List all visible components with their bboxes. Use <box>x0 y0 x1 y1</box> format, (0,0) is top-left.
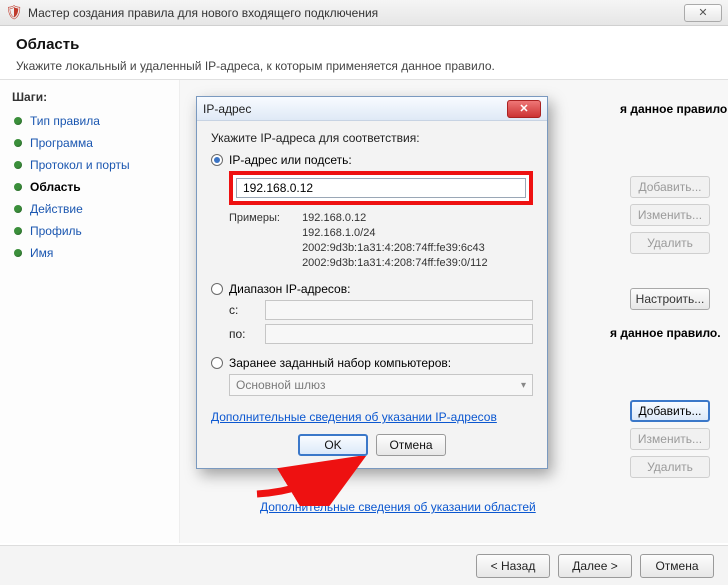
radio-predefined-set[interactable]: Заранее заданный набор компьютеров: <box>211 356 533 370</box>
step-profile[interactable]: Профиль <box>12 220 171 242</box>
scope-help-link[interactable]: Дополнительные сведения об указании обла… <box>260 500 536 514</box>
step-action[interactable]: Действие <box>12 198 171 220</box>
firewall-icon: 🛡 <box>6 5 22 21</box>
ip-help-link[interactable]: Дополнительные сведения об указании IP-а… <box>211 410 497 424</box>
ip-address-input[interactable] <box>236 178 526 198</box>
radio-ip-label: IP-адрес или подсеть: <box>229 153 352 167</box>
step-bullet-icon <box>14 161 22 169</box>
step-name[interactable]: Имя <box>12 242 171 264</box>
step-label: Тип правила <box>30 114 100 128</box>
step-label: Область <box>30 180 81 194</box>
page-subtitle: Укажите локальный и удаленный IP-адреса,… <box>16 59 712 73</box>
step-bullet-icon <box>14 183 22 191</box>
radio-icon <box>211 283 223 295</box>
window-title: Мастер создания правила для нового входя… <box>28 6 684 20</box>
steps-title: Шаги: <box>12 90 171 104</box>
rule-applies-text-top: я данное правило. <box>620 102 728 116</box>
examples-label: Примеры: <box>229 211 299 226</box>
radio-predef-label: Заранее заданный набор компьютеров: <box>229 356 451 370</box>
predefined-set-select: Основной шлюз ▾ <box>229 374 533 396</box>
close-icon: ✕ <box>698 6 707 19</box>
radio-icon <box>211 357 223 369</box>
ip-examples: Примеры: 192.168.0.12 192.168.1.0/24 200… <box>229 211 533 270</box>
example-value: 192.168.1.0/24 <box>302 227 375 239</box>
range-to-label: по: <box>229 327 259 341</box>
wizard-footer: < Назад Далее > Отмена <box>0 545 728 585</box>
step-bullet-icon <box>14 139 22 147</box>
window-titlebar: 🛡 Мастер создания правила для нового вхо… <box>0 0 728 26</box>
dialog-close-button[interactable]: ✕ <box>507 100 541 118</box>
range-to-input <box>265 324 533 344</box>
step-label: Действие <box>30 202 83 216</box>
step-program[interactable]: Программа <box>12 132 171 154</box>
dialog-titlebar: IP-адрес ✕ <box>197 97 547 121</box>
dialog-buttons: OK Отмена <box>211 434 533 456</box>
chevron-down-icon: ▾ <box>521 380 526 391</box>
dialog-instruction: Укажите IP-адреса для соответствия: <box>211 131 533 145</box>
dialog-title: IP-адрес <box>203 102 251 116</box>
step-bullet-icon <box>14 117 22 125</box>
predefined-value: Основной шлюз <box>236 378 325 392</box>
back-button[interactable]: < Назад <box>476 554 550 578</box>
radio-ip-or-subnet[interactable]: IP-адрес или подсеть: <box>211 153 533 167</box>
dialog-cancel-button[interactable]: Отмена <box>376 434 446 456</box>
dialog-body: Укажите IP-адреса для соответствия: IP-а… <box>197 121 547 468</box>
radio-ip-range[interactable]: Диапазон IP-адресов: <box>211 282 533 296</box>
range-inputs: с: по: <box>229 300 533 344</box>
delete-button-bottom: Удалить <box>630 456 710 478</box>
page-title: Область <box>16 36 712 53</box>
wizard-header: Область Укажите локальный и удаленный IP… <box>0 26 728 80</box>
step-label: Имя <box>30 246 53 260</box>
add-button-top: Добавить... <box>630 176 710 198</box>
step-protocol[interactable]: Протокол и порты <box>12 154 171 176</box>
example-value: 192.168.0.12 <box>302 212 366 224</box>
add-button-bottom[interactable]: Добавить... <box>630 400 710 422</box>
radio-range-label: Диапазон IP-адресов: <box>229 282 350 296</box>
radio-icon <box>211 154 223 166</box>
rule-applies-text-bottom: я данное правило. <box>610 326 721 340</box>
step-label: Протокол и порты <box>30 158 130 172</box>
step-scope[interactable]: Область <box>12 176 171 198</box>
step-bullet-icon <box>14 249 22 257</box>
steps-sidebar: Шаги: Тип правила Программа Протокол и п… <box>0 80 180 543</box>
configure-button[interactable]: Настроить... <box>630 288 710 310</box>
step-rule-type[interactable]: Тип правила <box>12 110 171 132</box>
edit-button-top: Изменить... <box>630 204 710 226</box>
ok-button[interactable]: OK <box>298 434 368 456</box>
edit-button-bottom: Изменить... <box>630 428 710 450</box>
ip-address-dialog: IP-адрес ✕ Укажите IP-адреса для соответ… <box>196 96 548 469</box>
step-label: Профиль <box>30 224 82 238</box>
delete-button-top: Удалить <box>630 232 710 254</box>
close-icon: ✕ <box>519 102 528 115</box>
ip-input-highlight <box>229 171 533 205</box>
cancel-button[interactable]: Отмена <box>640 554 714 578</box>
step-bullet-icon <box>14 205 22 213</box>
next-button[interactable]: Далее > <box>558 554 632 578</box>
range-from-label: с: <box>229 303 259 317</box>
step-bullet-icon <box>14 227 22 235</box>
range-from-input <box>265 300 533 320</box>
window-close-button[interactable]: ✕ <box>684 4 722 22</box>
example-value: 2002:9d3b:1a31:4:208:74ff:fe39:6c43 <box>302 242 485 254</box>
step-label: Программа <box>30 136 93 150</box>
example-value: 2002:9d3b:1a31:4:208:74ff:fe39:0/112 <box>302 257 488 269</box>
